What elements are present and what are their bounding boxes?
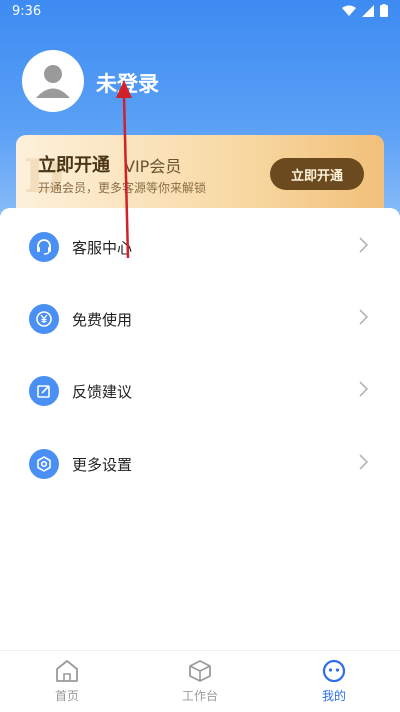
menu-item-feedback[interactable]: 反馈建议 [0, 363, 400, 419]
user-avatar-icon [36, 65, 70, 98]
tab-label: 首页 [54, 689, 79, 703]
menu-item-customer-service[interactable]: 客服中心 [0, 219, 400, 275]
chevron-right-icon [359, 237, 369, 257]
status-bar: 9:36 [0, 0, 400, 24]
status-icons [342, 4, 388, 17]
vip-open-button[interactable]: 立即开通 [270, 158, 364, 190]
vip-title: 立即开通 [38, 155, 110, 176]
headset-icon [29, 232, 59, 262]
wifi-icon [342, 5, 356, 16]
chevron-right-icon [359, 381, 369, 401]
tab-mine[interactable]: 我的 [294, 659, 374, 709]
cube-icon [189, 660, 211, 682]
signal-icon [362, 4, 374, 17]
username[interactable]: 未登录 [96, 68, 159, 98]
bottom-tab-bar: 首页 工作台 我的 [0, 650, 400, 712]
menu-label: 更多设置 [72, 455, 133, 474]
profile-icon [322, 659, 346, 683]
chevron-right-icon [359, 454, 369, 474]
menu-item-settings[interactable]: 更多设置 [0, 436, 400, 492]
home-icon [56, 660, 78, 682]
battery-icon [380, 4, 388, 17]
vip-card[interactable]: D 立即开通 VIP会员 开通会员，更多客源等你来解锁 立即开通 [16, 135, 384, 219]
avatar[interactable] [22, 50, 84, 112]
tab-home[interactable]: 首页 [27, 659, 107, 709]
chevron-right-icon [359, 309, 369, 329]
profile-section[interactable]: 未登录 [22, 50, 382, 116]
menu-label: 反馈建议 [72, 382, 133, 401]
vip-subtitle: VIP会员 [124, 157, 182, 176]
vip-description: 开通会员，更多客源等你来解锁 [38, 181, 207, 195]
menu-panel: 客服中心 免费使用 反馈建议 更多设置 [0, 208, 400, 648]
menu-label: 免费使用 [72, 310, 133, 329]
tab-label: 工作台 [181, 689, 218, 703]
menu-label: 客服中心 [72, 238, 133, 257]
tab-label: 我的 [321, 689, 346, 703]
edit-icon [29, 376, 59, 406]
tab-workbench[interactable]: 工作台 [160, 659, 240, 709]
settings-icon [29, 449, 59, 479]
menu-item-free-use[interactable]: 免费使用 [0, 291, 400, 347]
coin-icon [29, 304, 59, 334]
status-time: 9:36 [12, 4, 42, 19]
